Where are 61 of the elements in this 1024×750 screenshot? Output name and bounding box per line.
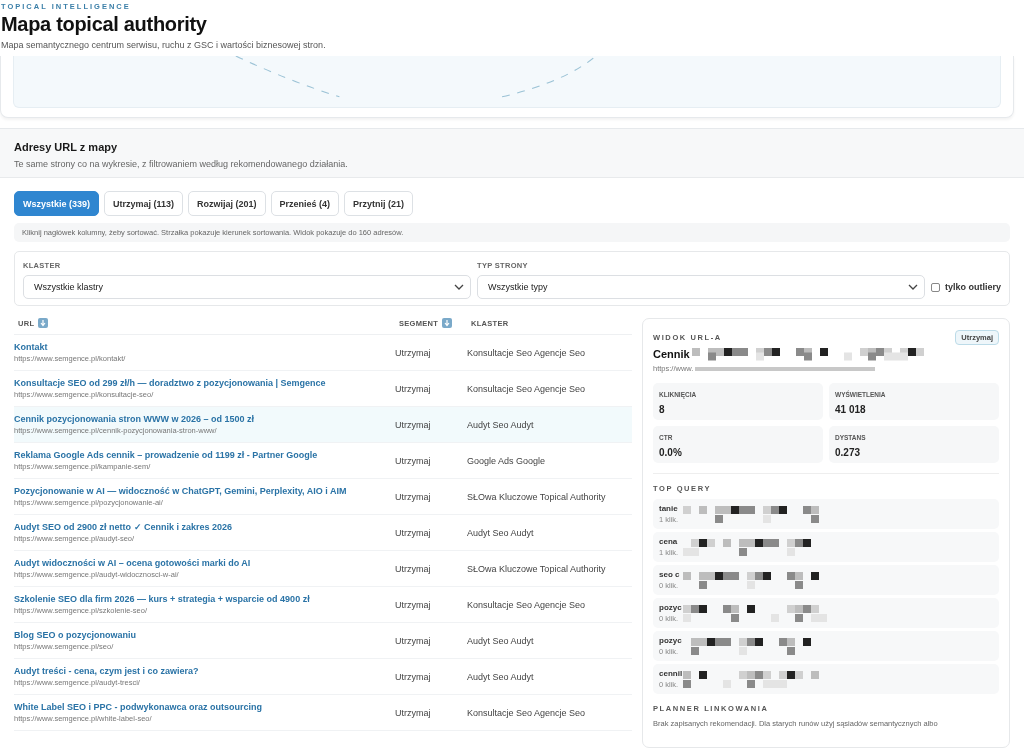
table-cell-text: Utrzymaj bbox=[395, 527, 432, 538]
page-title: Mapa topical authority bbox=[1, 13, 208, 36]
chevron-down-icon bbox=[908, 284, 918, 290]
table-cell-text: Utrzymaj bbox=[395, 707, 432, 718]
table-cell-text: Utrzymaj bbox=[395, 491, 432, 502]
page-link[interactable]: Blog SEO o pozycjonowaniu bbox=[14, 630, 395, 640]
filter-tab[interactable]: Utrzymaj (113) bbox=[104, 191, 184, 216]
page-subtitle: Mapa semantycznego centrum serwisu, ruchu z GSC i wartości biznesowej stron. bbox=[1, 40, 327, 50]
stat-value: 41 018 bbox=[835, 404, 867, 415]
table-cell-text: Utrzymaj bbox=[395, 563, 432, 574]
filter-tab[interactable]: Rozwijaj (201) bbox=[188, 191, 266, 216]
detail-title: Cennik bbox=[653, 348, 690, 360]
query-text: seo c bbox=[659, 570, 681, 579]
checkbox[interactable] bbox=[931, 282, 940, 292]
query-text: cena bbox=[659, 537, 679, 546]
table-cell-text: Konsultacje Seo Agencje Seo bbox=[467, 707, 587, 718]
stat-value: 0.0% bbox=[659, 447, 683, 458]
section-title: Adresy URL z mapy bbox=[14, 141, 119, 153]
query-text: pozyc bbox=[659, 603, 683, 612]
page-link[interactable]: Kontakt bbox=[14, 342, 395, 352]
sort-icon[interactable] bbox=[38, 318, 49, 328]
table-cell-text: Audyt Seo Audyt bbox=[467, 635, 535, 646]
table-cell-text: Utrzymaj bbox=[395, 455, 432, 466]
table-cell-text: Utrzymaj bbox=[395, 347, 432, 358]
page-link[interactable]: Audyt treści - cena, czym jest i co zawiera? bbox=[14, 666, 395, 676]
table-cell-text: Konsultacje Seo Agencje Seo bbox=[467, 347, 587, 358]
table-cell-text: Konsultacje Seo Agencje Seo bbox=[467, 599, 587, 610]
sort-icon[interactable] bbox=[442, 318, 453, 328]
query-text: tanie bbox=[659, 504, 679, 513]
page-link[interactable]: Reklama Google Ads cennik – prowadzenie od 1199 zł - Partner Google bbox=[14, 450, 395, 460]
table-cell-text: Utrzymaj bbox=[395, 635, 432, 646]
type-dropdown[interactable]: Wszystkie typy bbox=[477, 275, 925, 299]
page-link[interactable]: Audyt SEO od 2900 zł netto ✓ Cennik i zakres 2026 bbox=[14, 522, 395, 532]
table-cell-text: Google Ads Google bbox=[467, 455, 547, 466]
checkbox-label: tylko outliery bbox=[945, 282, 1001, 292]
table-cell-text: Utrzymaj bbox=[395, 419, 432, 430]
table-cell-text: Utrzymaj bbox=[395, 383, 432, 394]
query-text: cennil bbox=[659, 669, 683, 678]
filter-tab[interactable]: Wszystkie (339) bbox=[14, 191, 100, 216]
page-link[interactable]: White Label SEO i PPC - podwykonawca oraz outsourcing bbox=[14, 702, 395, 712]
page-link[interactable]: Pozycjonowanie w AI — widoczność w ChatGPT, Gemini, Perplexity, AIO i AIM bbox=[14, 486, 395, 496]
table-cell-text: Konsultacje Seo Agencje Seo bbox=[467, 383, 587, 394]
filter-tab[interactable]: Przenieś (4) bbox=[270, 191, 340, 216]
table-cell-text: SŁOwa Kluczowe Topical Authority bbox=[467, 491, 607, 502]
table-cell-text: Audyt Seo Audyt bbox=[467, 671, 535, 682]
table-cell-text: Utrzymaj bbox=[395, 671, 432, 682]
table-cell-text: Audyt Seo Audyt bbox=[467, 419, 535, 430]
stat-value: 8 bbox=[659, 404, 666, 415]
section-subtitle: Te same strony co na wykresie, z filtrowaniem według rekomendowanego działania. bbox=[14, 159, 349, 169]
query-text: pozyc bbox=[659, 636, 683, 645]
table-cell-text: Utrzymaj bbox=[395, 599, 432, 610]
filter-tab[interactable]: Przytnij (21) bbox=[344, 191, 414, 216]
chevron-down-icon bbox=[454, 284, 464, 290]
page-link[interactable]: Konsultacje SEO od 299 zł/h — doradztwo z pozycjonowania | Semgence bbox=[14, 378, 395, 388]
stat-value: 0.273 bbox=[835, 447, 862, 458]
page-link[interactable]: Cennik pozycjonowania stron WWW w 2026 – od 1500 zł bbox=[14, 414, 395, 424]
page-link[interactable]: Szkolenie SEO dla firm 2026 — kurs + strategia + wsparcie od 4900 zł bbox=[14, 594, 395, 604]
table-cell-text: Audyt Seo Audyt bbox=[467, 527, 535, 538]
cluster-dropdown[interactable]: Wszystkie klastry bbox=[23, 275, 471, 299]
page-link[interactable]: Audyt widoczności w AI – ocena gotowości marki do AI bbox=[14, 558, 395, 568]
table-cell-text: SŁOwa Kluczowe Topical Authority bbox=[467, 563, 607, 574]
